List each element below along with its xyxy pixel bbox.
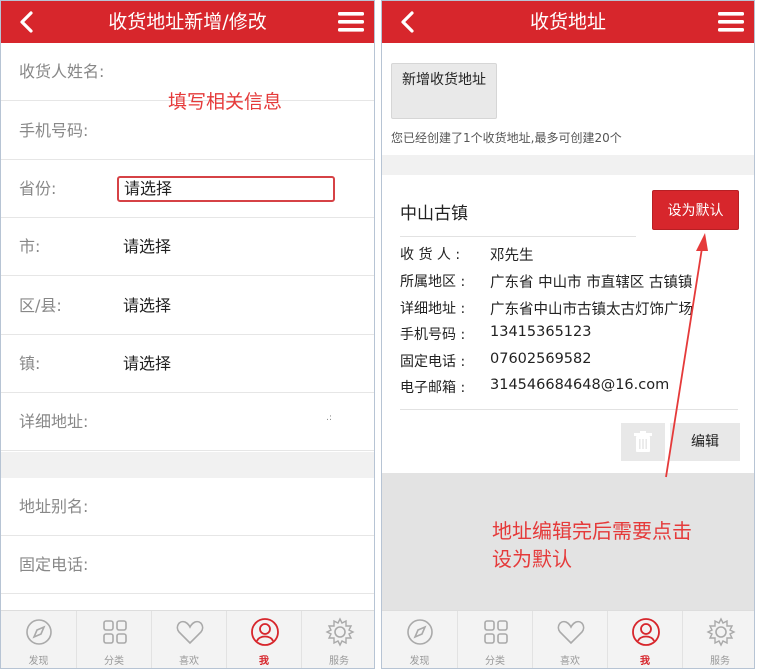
tab-discover[interactable]: 发现 (382, 611, 457, 668)
field-label: 固定电话: (19, 555, 89, 574)
alias-field[interactable]: 地址别名: (1, 478, 374, 536)
tab-favorites[interactable]: 喜欢 (532, 611, 607, 668)
district-select[interactable]: 请选择 (123, 277, 171, 335)
resize-grip-icon[interactable]: .: (326, 413, 332, 423)
address-count-note: 您已经创建了1个收货地址,最多可创建20个 (391, 131, 622, 145)
field-label: 收货人姓名: (19, 62, 105, 81)
annotation-set-default: 地址编辑完后需要点击 设为默认 (492, 519, 692, 571)
delete-button[interactable] (621, 423, 665, 461)
bottom-tabbar: 发现 分类 喜欢 我 服务 (382, 610, 754, 668)
edit-button[interactable]: 编辑 (670, 423, 740, 461)
field-label: 省份: (19, 179, 57, 198)
top-bar: 收货地址 (382, 1, 754, 43)
page-title: 收货地址新增/修改 (108, 11, 267, 33)
tab-service[interactable]: 服务 (682, 611, 754, 668)
tab-me[interactable]: 我 (607, 611, 682, 668)
tab-category[interactable]: 分类 (457, 611, 532, 668)
address-list-screen: 收货地址 新增收货地址 您已经创建了1个收货地址,最多可创建20个 中山古镇 设… (381, 0, 755, 669)
tab-me[interactable]: 我 (226, 611, 301, 668)
divider (400, 236, 636, 237)
landline-field[interactable]: 固定电话: (1, 536, 374, 594)
compass-icon (26, 619, 52, 645)
address-card: 中山古镇 设为默认 收 货 人 : 邓先生 所属地区 : 广东省 中山市 市直辖… (382, 175, 754, 473)
gear-icon (706, 617, 736, 647)
district-field[interactable]: 区/县: 请选择 (1, 277, 374, 335)
tab-favorites[interactable]: 喜欢 (151, 611, 226, 668)
menu-icon[interactable] (338, 11, 364, 33)
menu-icon[interactable] (718, 11, 744, 33)
section-divider (382, 155, 754, 175)
tab-category[interactable]: 分类 (76, 611, 151, 668)
province-field: 省份: 请选择 (1, 160, 374, 218)
tab-discover[interactable]: 发现 (1, 611, 76, 668)
top-bar: 收货地址新增/修改 (1, 1, 374, 43)
heart-icon (176, 620, 204, 645)
bottom-tabbar: 发现 分类 喜欢 我 服务 (1, 610, 374, 668)
set-default-button[interactable]: 设为默认 (652, 190, 739, 230)
compass-icon (407, 619, 433, 645)
address-edit-screen: 收货地址新增/修改 收货人姓名: 手机号码: 省份: 请选择 市: 请选择 区/… (0, 0, 375, 669)
user-icon (632, 618, 660, 646)
annotation-fill-info: 填写相关信息 (168, 91, 283, 113)
add-address-button[interactable]: 新增收货地址 (391, 63, 497, 119)
field-label: 手机号码: (19, 121, 89, 140)
field-label: 地址别名: (19, 497, 89, 516)
tab-service[interactable]: 服务 (301, 611, 374, 668)
page-title: 收货地址 (529, 11, 606, 33)
heart-icon (557, 620, 585, 645)
field-label: 市: (19, 237, 41, 256)
grid-icon (484, 620, 508, 644)
field-label: 详细地址: (19, 412, 89, 431)
section-divider (1, 452, 374, 478)
field-label: 区/县: (19, 296, 62, 315)
province-select[interactable]: 请选择 (117, 176, 335, 202)
grid-icon (103, 620, 127, 644)
detail-address-field[interactable]: 详细地址: .: (1, 393, 374, 451)
divider (400, 409, 738, 410)
gear-icon (325, 617, 355, 647)
user-icon (251, 618, 279, 646)
town-field[interactable]: 镇: 请选择 (1, 335, 374, 393)
city-field[interactable]: 市: 请选择 (1, 218, 374, 276)
town-select[interactable]: 请选择 (123, 335, 171, 393)
address-alias: 中山古镇 (400, 204, 468, 224)
city-select[interactable]: 请选择 (123, 218, 171, 276)
trash-icon (634, 431, 652, 452)
field-label: 镇: (19, 354, 41, 373)
